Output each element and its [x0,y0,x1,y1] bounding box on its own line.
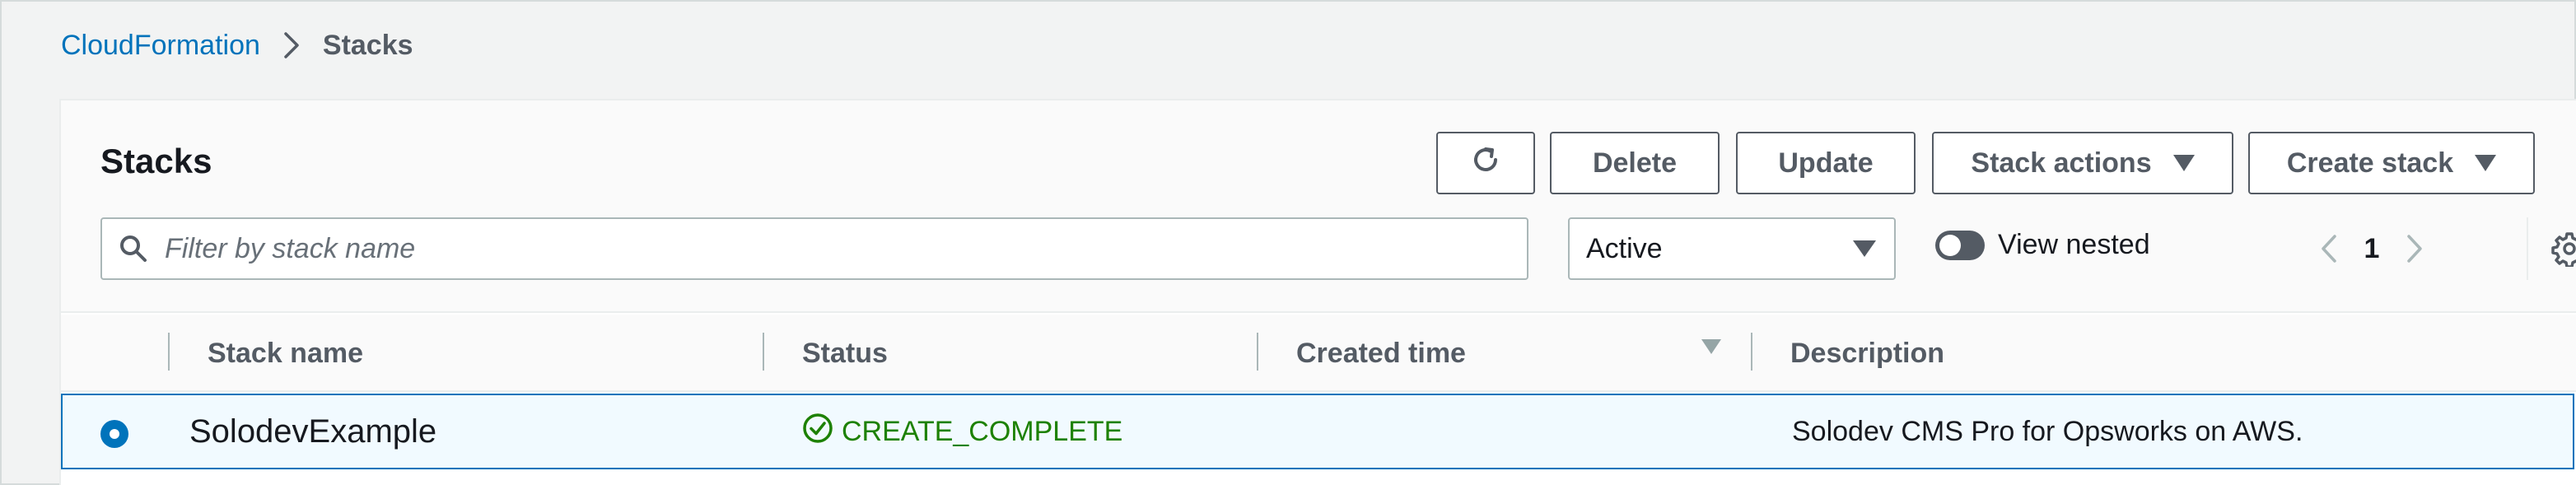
search-icon [102,219,165,278]
breadcrumb-cloudformation-link[interactable]: CloudFormation [61,30,260,62]
divider [2527,217,2528,280]
table-header: Stack name Status Created time Descripti… [61,315,2576,392]
caret-down-icon [2475,155,2497,171]
radio-dot [110,429,119,439]
column-header-created-time[interactable]: Created time [1296,315,1466,392]
check-circle-icon [802,413,833,451]
column-separator[interactable] [763,333,764,371]
column-separator[interactable] [1751,333,1752,371]
column-header-description[interactable]: Description [1790,315,1944,392]
chevron-right-icon [260,28,323,63]
previous-page-button[interactable] [2301,224,2357,273]
create-stack-button[interactable]: Create stack [2248,132,2535,194]
breadcrumb: CloudFormation Stacks [61,28,413,63]
next-page-button[interactable] [2387,224,2443,273]
status-text: CREATE_COMPLETE [842,415,1123,447]
caret-down-icon [1853,240,1876,257]
column-separator[interactable] [1257,333,1258,371]
gear-icon[interactable] [2548,227,2576,270]
pagination: 1 [2301,224,2443,273]
stack-name-cell[interactable]: SolodevExample [189,395,436,468]
column-header-status[interactable]: Status [802,315,888,392]
delete-button[interactable]: Delete [1550,132,1720,194]
description-cell: Solodev CMS Pro for Opsworks on AWS. [1792,415,2303,447]
create-stack-button-label: Create stack [2286,147,2454,179]
update-button-label: Update [1778,147,1874,179]
delete-button-label: Delete [1592,147,1678,179]
status-filter-select[interactable]: Active [1568,217,1896,280]
table-row[interactable]: SolodevExample CREATE_COMPLETE Solodev C… [61,394,2574,469]
column-header-stack-name[interactable]: Stack name [208,315,363,392]
page-title: Stacks [100,142,212,180]
view-nested-label: View nested [1998,229,2150,260]
stack-name-filter [100,217,1528,280]
sort-descending-icon[interactable] [1701,339,1721,354]
view-nested-toggle[interactable] [1935,231,1985,260]
stacks-panel: Stacks Delete Update Stack actions Creat… [59,99,2576,485]
caret-down-icon [2172,155,2195,171]
toggle-knob [1939,235,1961,256]
refresh-button[interactable] [1436,132,1535,194]
breadcrumb-current: Stacks [322,29,413,61]
stack-actions-button[interactable]: Stack actions [1932,132,2233,194]
update-button[interactable]: Update [1736,132,1916,194]
status-filter-value: Active [1586,232,1663,264]
row-select-radio[interactable] [100,420,128,448]
stacks-panel-header: Stacks Delete Update Stack actions Creat… [61,100,2576,313]
chevron-left-icon [2322,235,2336,263]
current-page[interactable]: 1 [2357,233,2387,265]
chevron-right-icon [2407,235,2422,263]
refresh-icon [1468,142,1504,185]
status-cell: CREATE_COMPLETE [802,395,1122,468]
search-input[interactable] [165,219,1527,278]
column-separator [168,333,170,371]
stack-actions-button-label: Stack actions [1971,147,2152,179]
